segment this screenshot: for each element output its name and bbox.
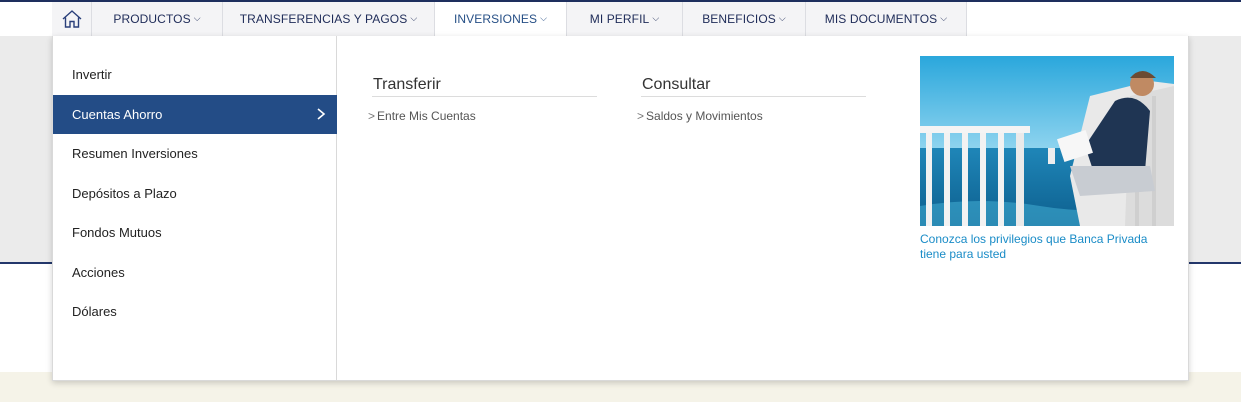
chevron-right-icon: > [368, 109, 376, 123]
sidebar-item-dolares[interactable]: Dólares [53, 292, 337, 331]
sidebar-item-invertir[interactable]: Invertir [53, 55, 337, 94]
nav-home-button[interactable] [52, 2, 92, 36]
sidebar-item-label: Invertir [72, 67, 112, 82]
nav-productos[interactable]: PRODUCTOS ⌵ [92, 2, 223, 36]
home-icon [62, 10, 81, 28]
link-entre-mis-cuentas[interactable]: > Entre Mis Cuentas [368, 109, 597, 123]
chevron-down-icon: ⌵ [940, 12, 948, 23]
promo-image[interactable] [920, 56, 1174, 226]
dropdown-sidebar: Invertir Cuentas Ahorro Resumen Inversio… [53, 36, 337, 381]
link-saldos-y-movimientos[interactable]: > Saldos y Movimientos [637, 109, 866, 123]
inversiones-dropdown: Invertir Cuentas Ahorro Resumen Inversio… [52, 36, 1189, 381]
chevron-down-icon: ⌵ [193, 12, 201, 23]
chevron-down-icon: ⌵ [540, 12, 548, 23]
nav-inversiones-label: INVERSIONES [453, 12, 538, 26]
chevron-right-icon [317, 108, 326, 120]
sidebar-item-fondos-mutuos[interactable]: Fondos Mutuos [53, 213, 337, 252]
sidebar-item-label: Depósitos a Plazo [72, 186, 177, 201]
nav-mis-documentos-label: MIS DOCUMENTOS [824, 12, 938, 26]
sidebar-item-label: Cuentas Ahorro [72, 107, 163, 122]
sidebar-item-cuentas-ahorro[interactable]: Cuentas Ahorro [53, 95, 337, 134]
chevron-right-icon: > [637, 109, 645, 123]
column-title: Consultar [641, 76, 866, 97]
nav-transferencias-label: TRANSFERENCIAS Y PAGOS [239, 12, 408, 26]
promo-caption-link[interactable]: Conozca los privilegios que Banca Privad… [920, 232, 1174, 262]
nav-productos-label: PRODUCTOS [113, 12, 191, 26]
chevron-down-icon: ⌵ [410, 12, 418, 23]
link-label: Saldos y Movimientos [646, 109, 763, 123]
chevron-down-icon: ⌵ [778, 12, 786, 23]
chevron-down-icon: ⌵ [652, 12, 660, 23]
link-label: Entre Mis Cuentas [377, 109, 476, 123]
promo-banner[interactable]: Conozca los privilegios que Banca Privad… [920, 56, 1174, 262]
sidebar-item-label: Fondos Mutuos [72, 225, 162, 240]
sidebar-item-label: Resumen Inversiones [72, 146, 198, 161]
sidebar-item-label: Dólares [72, 304, 117, 319]
sidebar-item-depositos-a-plazo[interactable]: Depósitos a Plazo [53, 174, 337, 213]
nav-mis-documentos[interactable]: MIS DOCUMENTOS ⌵ [806, 2, 967, 36]
column-consultar: Consultar > Saldos y Movimientos [637, 76, 866, 123]
nav-beneficios[interactable]: BENEFICIOS ⌵ [683, 2, 806, 36]
sidebar-item-resumen-inversiones[interactable]: Resumen Inversiones [53, 134, 337, 173]
sidebar-item-acciones[interactable]: Acciones [53, 253, 337, 292]
column-transferir: Transferir > Entre Mis Cuentas [368, 76, 597, 123]
nav-mi-perfil[interactable]: MI PERFIL ⌵ [567, 2, 683, 36]
sidebar-item-label: Acciones [72, 265, 125, 280]
nav-transferencias-y-pagos[interactable]: TRANSFERENCIAS Y PAGOS ⌵ [223, 2, 435, 36]
main-nav: PRODUCTOS ⌵ TRANSFERENCIAS Y PAGOS ⌵ INVER… [52, 2, 967, 36]
nav-inversiones[interactable]: INVERSIONES ⌵ [435, 2, 567, 36]
nav-mi-perfil-label: MI PERFIL [589, 12, 650, 26]
nav-beneficios-label: BENEFICIOS [702, 12, 776, 26]
column-title: Transferir [372, 76, 597, 97]
